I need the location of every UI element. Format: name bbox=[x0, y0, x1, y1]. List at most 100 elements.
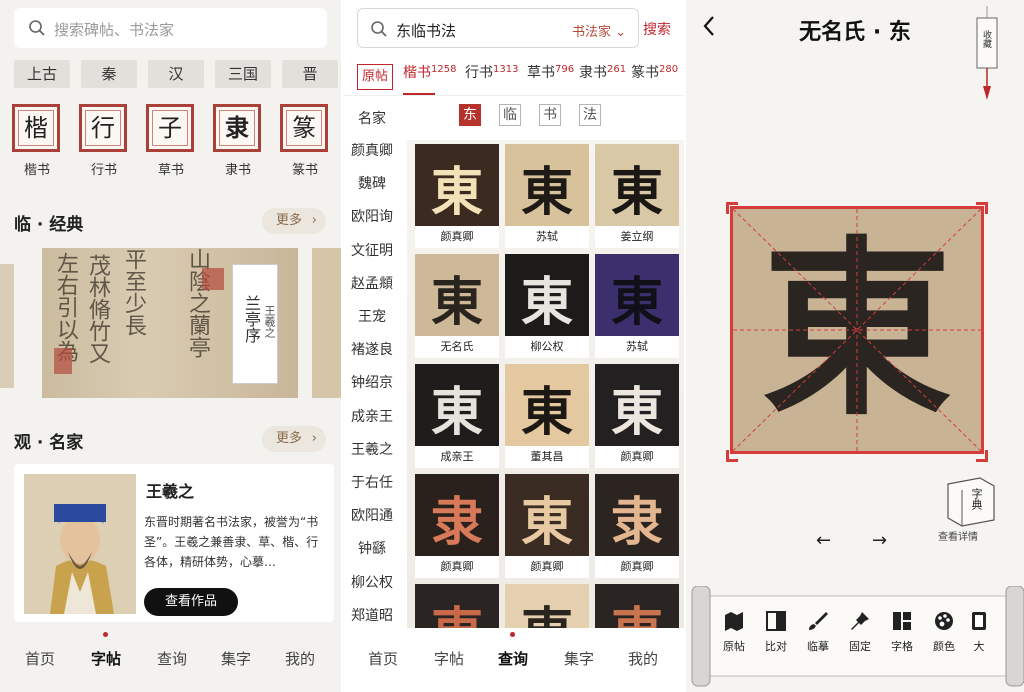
seal-icon: 子 bbox=[146, 104, 194, 152]
banner-prev-card[interactable] bbox=[0, 264, 14, 388]
calligrapher-item[interactable]: 褚遂良 bbox=[343, 339, 401, 359]
glyph-result-card[interactable]: 東姜立纲 bbox=[595, 144, 679, 248]
glyph-caption: 颜真卿 bbox=[505, 556, 589, 578]
calligrapher-item[interactable]: 钟绍京 bbox=[343, 372, 401, 392]
tab-home[interactable]: 首页 bbox=[20, 648, 60, 669]
classics-banner[interactable]: 左右引以為 茂林脩竹又 平至少長 山陰之蘭亭 bbox=[0, 246, 341, 398]
calligrapher-item[interactable]: 赵孟頫 bbox=[343, 273, 401, 293]
glyph-result-card[interactable]: 東 bbox=[505, 584, 589, 628]
artist-card[interactable]: 王羲之 东晋时期著名书法家，被誉为“书圣”。王羲之兼善隶、草、楷、行各体，精研体… bbox=[14, 464, 334, 622]
calligrapher-item[interactable]: 颜真卿 bbox=[343, 140, 401, 160]
calligrapher-item[interactable]: 欧阳通 bbox=[343, 505, 401, 525]
tab-home[interactable]: 首页 bbox=[363, 648, 403, 669]
glyph-result-card[interactable]: 東苏轼 bbox=[595, 254, 679, 358]
glyph-result-card[interactable]: 東颜真卿 bbox=[595, 364, 679, 468]
glyph-result-card[interactable]: 東董其昌 bbox=[505, 364, 589, 468]
calligrapher-item[interactable]: 成亲王 bbox=[343, 406, 401, 426]
category-tab-lishu[interactable]: 隶书261 bbox=[579, 62, 626, 82]
query-search-input[interactable]: 东临书法 书法家 ⌄ bbox=[357, 8, 639, 48]
calligrapher-item[interactable]: 文征明 bbox=[343, 240, 401, 260]
glyph-result-card[interactable]: 東颜真卿 bbox=[505, 474, 589, 578]
calligrapher-item[interactable]: 王宠 bbox=[343, 306, 401, 326]
dynasty-chip[interactable]: 晋 bbox=[282, 60, 338, 88]
search-button[interactable]: 搜索 bbox=[643, 19, 671, 39]
tab-mine[interactable]: 我的 bbox=[623, 648, 663, 669]
filter-dropdown[interactable]: 书法家 ⌄ bbox=[572, 21, 626, 40]
calligrapher-item[interactable]: 魏碑 bbox=[343, 173, 401, 193]
glyph-caption: 苏轼 bbox=[595, 336, 679, 358]
classics-title: 临 · 经典 bbox=[14, 215, 84, 235]
tool-pin[interactable]: 固定 bbox=[840, 610, 880, 654]
glyph-result-card[interactable]: 東苏轼 bbox=[505, 144, 589, 248]
calligrapher-item[interactable]: 欧阳询 bbox=[343, 206, 401, 226]
glyph-image: 東 bbox=[505, 474, 589, 556]
tool-trace[interactable]: 临摹 bbox=[798, 610, 838, 654]
original-toggle-button[interactable]: 原帖 bbox=[357, 64, 393, 90]
calligrapher-item[interactable]: 钟繇 bbox=[343, 538, 401, 558]
classics-more-button[interactable]: 更多 › bbox=[262, 208, 326, 234]
glyph-result-card[interactable]: 東无名氏 bbox=[415, 254, 499, 358]
tool-color[interactable]: 颜色 bbox=[924, 610, 964, 654]
home-screen: 搜索碑帖、书法家 上古 秦 汉 三国 晋 楷 楷书 行 行书 子 草书 隶 隶书… bbox=[0, 0, 341, 692]
style-caoshu[interactable]: 子 草书 bbox=[146, 104, 196, 178]
query-char[interactable]: 书 bbox=[539, 104, 561, 126]
query-char[interactable]: 临 bbox=[499, 104, 521, 126]
glyph-result-card[interactable]: 隶颜真卿 bbox=[595, 474, 679, 578]
tab-collect[interactable]: 集字 bbox=[559, 648, 599, 669]
category-tab-zhuanshu[interactable]: 篆书280 bbox=[631, 62, 678, 82]
tool-original[interactable]: 原帖 bbox=[714, 610, 754, 654]
glyph-image: 東 bbox=[505, 254, 589, 336]
dynasty-chip[interactable]: 汉 bbox=[148, 60, 204, 88]
calligrapher-item[interactable]: 于右任 bbox=[343, 472, 401, 492]
calligrapher-item[interactable]: 王羲之 bbox=[343, 439, 401, 459]
glyph-result-card[interactable]: 東成亲王 bbox=[415, 364, 499, 468]
tab-collect[interactable]: 集字 bbox=[216, 648, 256, 669]
view-works-button[interactable]: 查看作品 bbox=[144, 588, 238, 616]
glyph-char: 東 bbox=[520, 492, 573, 553]
tab-mine[interactable]: 我的 bbox=[280, 648, 320, 669]
style-kaishu[interactable]: 楷 楷书 bbox=[12, 104, 62, 178]
tab-copybook[interactable]: 字帖 bbox=[86, 648, 126, 669]
artists-more-button[interactable]: 更多 › bbox=[262, 426, 326, 452]
banner-next-card[interactable] bbox=[312, 248, 341, 398]
style-xingshu[interactable]: 行 行书 bbox=[79, 104, 129, 178]
glyph-result-card[interactable]: 東柳公权 bbox=[505, 254, 589, 358]
glyph-char: 東 bbox=[610, 162, 663, 223]
glyph-result-card[interactable]: 東颜真卿 bbox=[415, 144, 499, 248]
view-details-label[interactable]: 查看详情 bbox=[938, 528, 978, 543]
glyph-image: 東 bbox=[595, 254, 679, 336]
style-zhuanshu[interactable]: 篆 篆书 bbox=[280, 104, 330, 178]
query-char[interactable]: 东 bbox=[459, 104, 481, 126]
tool-compare[interactable]: 比对 bbox=[756, 610, 796, 654]
calligrapher-item[interactable]: 郑道昭 bbox=[343, 605, 401, 625]
tab-copybook[interactable]: 字帖 bbox=[429, 648, 469, 669]
category-tab-caoshu[interactable]: 草书796 bbox=[527, 62, 574, 82]
tab-query[interactable]: 查询 bbox=[493, 648, 533, 669]
glyph-result-card[interactable]: 東 bbox=[595, 584, 679, 628]
work-author: 王羲之 bbox=[263, 305, 276, 338]
glyph-char: 東 bbox=[430, 382, 483, 443]
glyph-result-card[interactable]: 隶颜真卿 bbox=[415, 474, 499, 578]
query-char[interactable]: 法 bbox=[579, 104, 601, 126]
calligrapher-list: 名家 颜真卿 魏碑 欧阳询 文征明 赵孟頫 王宠 褚遂良 钟绍京 成亲王 王羲之 于右任 欧阳通 钟繇柳… bbox=[343, 100, 403, 628]
tab-query[interactable]: 查询 bbox=[152, 648, 192, 669]
category-tab-kaishu[interactable]: 楷书1258 bbox=[403, 62, 456, 82]
search-icon bbox=[29, 20, 45, 36]
glyph-result-card[interactable]: 東 bbox=[415, 584, 499, 628]
tool-grid[interactable]: 字格 bbox=[882, 610, 922, 654]
next-arrow-icon[interactable]: → bbox=[872, 530, 887, 551]
glyph-char: 東 bbox=[520, 382, 573, 443]
search-bar[interactable]: 搜索碑帖、书法家 bbox=[14, 8, 327, 48]
category-tab-xingshu[interactable]: 行书1313 bbox=[465, 62, 518, 82]
style-lishu[interactable]: 隶 隶书 bbox=[213, 104, 263, 178]
bookmark-icon[interactable] bbox=[974, 6, 1000, 102]
calligrapher-item[interactable]: 柳公权 bbox=[343, 572, 401, 592]
glyph-board[interactable]: 東 bbox=[730, 206, 984, 454]
dynasty-chip[interactable]: 上古 bbox=[14, 60, 70, 88]
prev-arrow-icon[interactable]: ← bbox=[816, 530, 831, 551]
glyph-image: 東 bbox=[595, 584, 679, 628]
dynasty-chip[interactable]: 三国 bbox=[215, 60, 271, 88]
dynasty-chip[interactable]: 秦 bbox=[81, 60, 137, 88]
active-tab-dot bbox=[103, 632, 108, 637]
tool-enlarge[interactable]: 大 bbox=[966, 610, 992, 654]
